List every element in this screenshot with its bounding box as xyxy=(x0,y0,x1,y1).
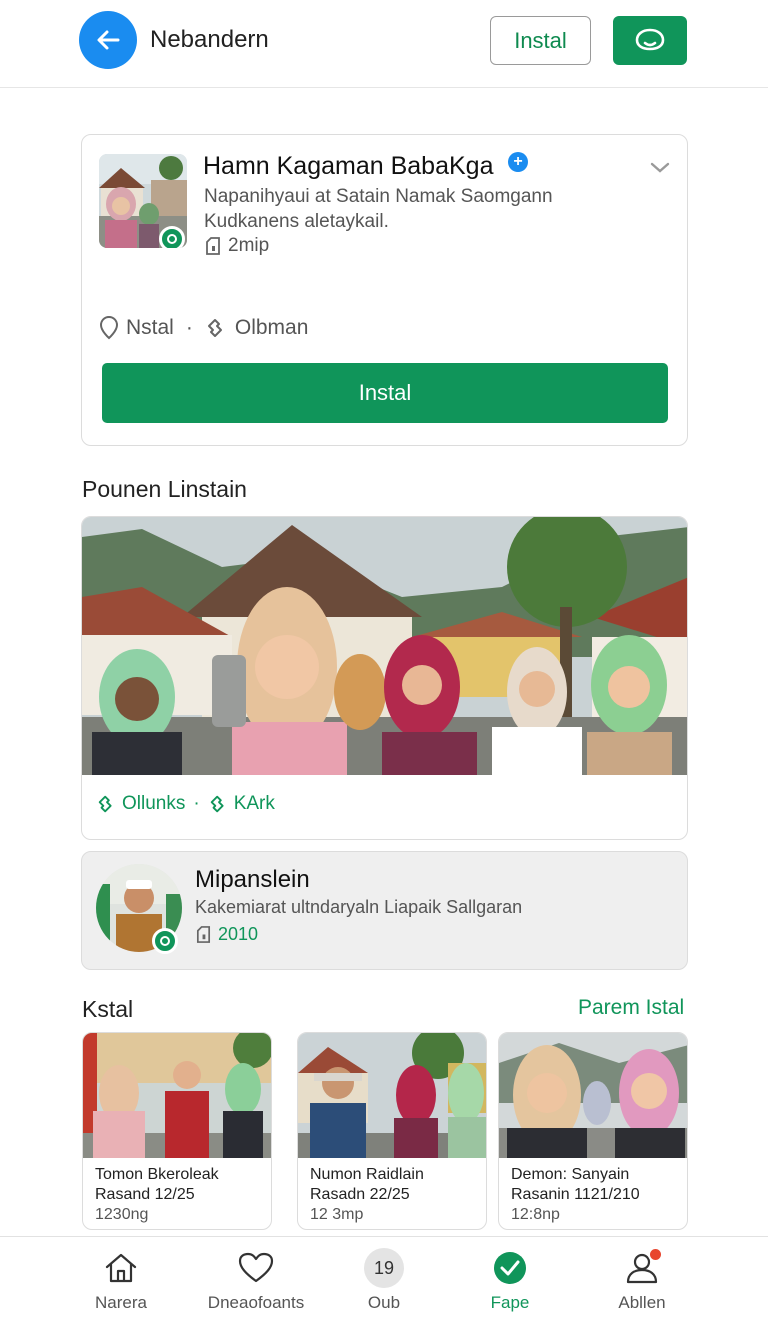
back-button[interactable] xyxy=(79,11,137,69)
check-icon xyxy=(160,936,170,946)
nav-item-home[interactable]: Narera xyxy=(51,1237,191,1327)
nav-label: Dneaofoants xyxy=(207,1293,305,1312)
meta-separator: · xyxy=(185,316,193,339)
nav-label: Abllen xyxy=(618,1293,666,1312)
app-info-card: Hamn Kagaman BabaKga + Napanihyaui at Sa… xyxy=(81,134,688,446)
nav-label: Fape xyxy=(490,1293,530,1312)
developer-name: Mipanslein xyxy=(195,866,310,893)
app-tile-info: Tomon Bkeroleak Rasand 12/25 1230ng xyxy=(95,1165,219,1225)
see-all-link[interactable]: Parem Istal xyxy=(578,996,684,1020)
featured-card[interactable]: Ollunks · KArk xyxy=(81,516,688,840)
nav-label: Oub xyxy=(367,1293,401,1312)
nav-item-account[interactable]: Abllen xyxy=(572,1237,712,1327)
arrow-left-icon xyxy=(97,30,120,50)
chat-bubble-icon xyxy=(635,28,665,50)
puzzle-icon xyxy=(207,319,222,337)
install-button-header[interactable]: Instal xyxy=(490,16,591,65)
app-tile-name: Demon: Sanyain xyxy=(511,1166,630,1183)
nav-item-fape[interactable]: Fape xyxy=(440,1237,580,1327)
featured-tags: Ollunks · KArk xyxy=(96,793,275,815)
app-tile[interactable]: Tomon Bkeroleak Rasand 12/25 1230ng xyxy=(82,1032,272,1230)
developer-year: 2010 xyxy=(195,924,258,945)
storage-icon xyxy=(206,237,220,255)
storage-icon xyxy=(196,926,211,943)
check-icon xyxy=(167,234,177,244)
home-icon xyxy=(105,1253,137,1283)
app-name: Hamn Kagaman BabaKga xyxy=(203,152,494,180)
app-tile-photo xyxy=(83,1033,271,1158)
featured-section-title: Pounen Linstain xyxy=(82,476,247,502)
page-title: Nebandern xyxy=(150,26,269,53)
bottom-navigation: Narera Dneaofoants 19 Oub Fape Abllen xyxy=(0,1236,768,1344)
app-tile-name: Tomon Bkeroleak xyxy=(95,1166,219,1183)
featured-tag-1[interactable]: Ollunks xyxy=(122,793,185,815)
location-pin-icon xyxy=(99,315,119,340)
app-tile-name: Numon Raidlain xyxy=(310,1166,424,1183)
app-tile-info: Numon Raidlain Rasadn 22/25 12 3mp xyxy=(310,1165,424,1225)
app-tile-date: Rasanin 1121/210 xyxy=(511,1186,640,1203)
meta-location: Nstal xyxy=(126,316,174,339)
verified-badge xyxy=(159,226,185,248)
count-icon: 19 xyxy=(364,1248,404,1288)
app-tile-info: Demon: Sanyain Rasanin 1121/210 12:8np xyxy=(511,1165,640,1225)
plus-badge: + xyxy=(508,152,528,172)
app-tile-date: Rasadn 22/25 xyxy=(310,1186,410,1203)
app-tile-size: 12 3mp xyxy=(310,1206,364,1223)
tag-separator: · xyxy=(193,793,200,814)
top-app-bar: Nebandern Instal xyxy=(0,0,768,88)
app-tile-photo xyxy=(298,1033,486,1158)
app-tile-photo xyxy=(499,1033,687,1158)
developer-card[interactable]: Mipanslein Kakemiarat ultndaryaln Liapai… xyxy=(81,851,688,970)
app-thumbnail[interactable] xyxy=(99,154,187,248)
heart-icon xyxy=(238,1252,274,1283)
app-tile[interactable]: Demon: Sanyain Rasanin 1121/210 12:8np xyxy=(498,1032,688,1230)
developer-verified-badge xyxy=(152,928,178,954)
developer-year-value: 2010 xyxy=(218,924,259,944)
app-tile-size: 1230ng xyxy=(95,1206,149,1223)
puzzle-icon xyxy=(98,795,112,813)
nav-label: Narera xyxy=(95,1293,147,1312)
check-circle-icon xyxy=(494,1252,526,1284)
app-tile-date: Rasand 12/25 xyxy=(95,1186,195,1203)
notification-badge xyxy=(648,1247,663,1262)
app-tile[interactable]: Numon Raidlain Rasadn 22/25 12 3mp xyxy=(297,1032,487,1230)
featured-tag-2[interactable]: KArk xyxy=(234,793,275,815)
nav-item-favorites[interactable]: Dneaofoants xyxy=(186,1237,326,1327)
install-button[interactable]: Instal xyxy=(102,363,668,423)
more-section-title: Kstal xyxy=(82,996,134,1022)
chevron-down-icon[interactable] xyxy=(648,157,672,177)
app-tile-size: 12:8np xyxy=(511,1206,560,1223)
developer-description: Kakemiarat ultndaryaln Liapaik Sallgaran xyxy=(195,897,523,917)
app-meta-row: Nstal · Olbman xyxy=(98,315,308,341)
nav-item-updates[interactable]: 19 Oub xyxy=(314,1237,454,1327)
featured-photo xyxy=(82,517,687,775)
app-size: 2mip xyxy=(204,235,269,257)
chat-button[interactable] xyxy=(613,16,687,65)
puzzle-icon xyxy=(210,795,224,813)
app-size-value: 2mip xyxy=(228,235,270,256)
meta-category: Olbman xyxy=(234,316,309,339)
app-description: Napanihyaui at Satain Namak Saomgann Kud… xyxy=(204,186,553,232)
